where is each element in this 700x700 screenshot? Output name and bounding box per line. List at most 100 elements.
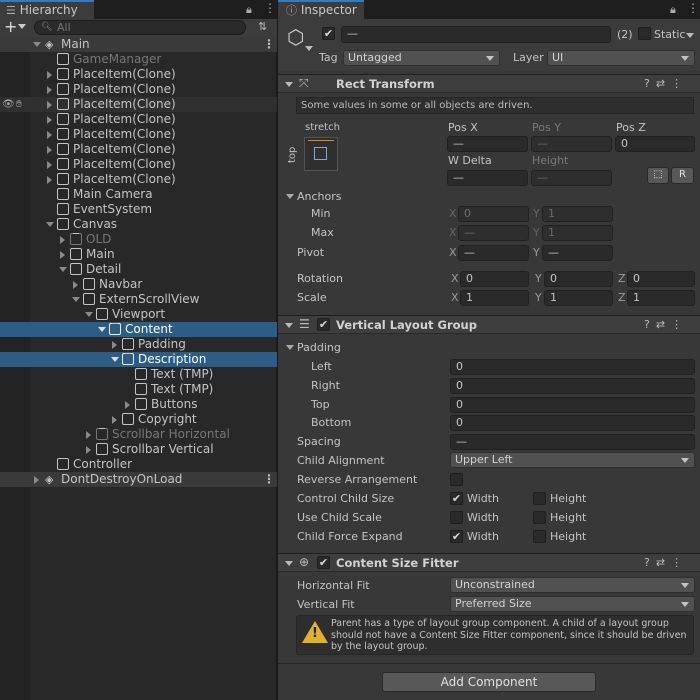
rotation-x-field[interactable]: 0 xyxy=(460,271,529,287)
hierarchy-item[interactable]: PlaceItem(Clone) xyxy=(0,67,277,82)
help-icon[interactable]: ? xyxy=(644,556,656,569)
chevron-right-icon[interactable] xyxy=(86,446,91,454)
padding-top-field[interactable]: 0 xyxy=(450,397,695,413)
hierarchy-item-selected[interactable]: Content xyxy=(0,322,277,337)
component-enabled-checkbox[interactable]: ✔ xyxy=(317,556,330,569)
hierarchy-item[interactable]: Text (TMP) xyxy=(0,367,277,382)
component-header-icons[interactable]: ?⇄⋮ xyxy=(644,77,688,90)
hierarchy-item[interactable]: GameManager xyxy=(0,52,277,67)
hierarchy-item[interactable]: PlaceItem(Clone) xyxy=(0,82,277,97)
anchor-preset-button[interactable] xyxy=(304,137,338,171)
chevron-down-icon[interactable] xyxy=(18,24,26,29)
gameobject-big-icon[interactable]: ⬡ xyxy=(287,27,304,47)
chevron-down-icon[interactable] xyxy=(285,82,293,87)
reverse-arrangement-checkbox[interactable] xyxy=(450,473,463,486)
hierarchy-item[interactable]: OLD xyxy=(0,232,277,247)
chevron-down-icon[interactable] xyxy=(85,312,93,317)
pickable-hand-icon[interactable]: ✋︎ xyxy=(16,97,22,112)
hierarchy-item[interactable]: EventSystem xyxy=(0,202,277,217)
pos-z-field[interactable]: 0 xyxy=(615,136,695,152)
chevron-right-icon[interactable] xyxy=(47,116,52,124)
chevron-right-icon[interactable] xyxy=(47,131,52,139)
chevron-down-icon[interactable] xyxy=(686,33,694,38)
help-icon[interactable]: ? xyxy=(644,318,656,331)
hierarchy-item[interactable]: Copyright xyxy=(0,412,277,427)
kebab-menu-icon[interactable]: ⋮ xyxy=(264,1,276,15)
chevron-right-icon[interactable] xyxy=(112,416,117,424)
search-input[interactable] xyxy=(57,21,237,34)
component-header-icons[interactable]: ?⇄⋮ xyxy=(644,556,688,569)
hierarchy-item[interactable]: Scrollbar Vertical xyxy=(0,442,277,457)
vertical-fit-dropdown[interactable]: Preferred Size xyxy=(450,596,695,612)
chevron-down-icon[interactable] xyxy=(98,327,106,332)
chevron-down-icon[interactable] xyxy=(286,345,294,350)
chevron-right-icon[interactable] xyxy=(125,401,130,409)
kebab-menu-icon[interactable]: ⋮ xyxy=(687,1,699,15)
rotation-y-field[interactable]: 0 xyxy=(544,271,613,287)
hierarchy-item[interactable]: Main Camera xyxy=(0,187,277,202)
scale-x-field[interactable]: 1 xyxy=(460,290,529,306)
chevron-right-icon[interactable] xyxy=(60,236,65,244)
chevron-down-icon[interactable] xyxy=(305,46,313,51)
anchor-max-y-field[interactable]: 1 xyxy=(542,225,613,241)
hierarchy-search[interactable]: 🔍︎ xyxy=(34,20,246,35)
pivot-x-field[interactable]: — xyxy=(458,245,529,261)
scale-z-field[interactable]: 1 xyxy=(627,290,695,306)
hierarchy-item[interactable]: Main xyxy=(0,247,277,262)
hierarchy-item[interactable]: PlaceItem(Clone) xyxy=(0,172,277,187)
chevron-down-icon[interactable] xyxy=(285,561,293,566)
layer-dropdown[interactable]: UI xyxy=(547,50,695,66)
scale-height-checkbox[interactable] xyxy=(533,511,546,524)
anchor-min-x-field[interactable]: 0 xyxy=(458,206,529,222)
hierarchy-item[interactable]: Detail xyxy=(0,262,277,277)
vertical-layout-group-header[interactable]: ☰ ✔ Vertical Layout Group ?⇄⋮ xyxy=(278,315,700,334)
preset-icon[interactable]: ⇄ xyxy=(656,77,671,90)
chevron-right-icon[interactable] xyxy=(34,476,39,484)
kebab-menu-icon[interactable]: ⋮ xyxy=(671,556,688,569)
component-header-icons[interactable]: ?⇄⋮ xyxy=(644,318,688,331)
spacing-field[interactable]: — xyxy=(450,434,695,450)
chevron-right-icon[interactable] xyxy=(47,71,52,79)
scale-width-checkbox[interactable] xyxy=(450,511,463,524)
tag-dropdown[interactable]: Untagged xyxy=(343,50,500,66)
chevron-down-icon[interactable] xyxy=(111,357,119,362)
visibility-eye-icon[interactable]: 👁︎ xyxy=(2,97,15,112)
scale-y-field[interactable]: 1 xyxy=(544,290,613,306)
kebab-menu-icon[interactable]: ⋮ xyxy=(263,37,275,52)
control-width-checkbox[interactable]: ✔ xyxy=(450,492,463,505)
rect-transform-header[interactable]: ⤧ Rect Transform ?⇄⋮ xyxy=(278,74,700,93)
hierarchy-item[interactable]: ExternScrollView xyxy=(0,292,277,307)
hierarchy-item[interactable]: PlaceItem(Clone) xyxy=(0,112,277,127)
chevron-right-icon[interactable] xyxy=(47,161,52,169)
object-name-field[interactable]: — xyxy=(341,26,611,43)
chevron-right-icon[interactable] xyxy=(60,251,65,259)
chevron-right-icon[interactable] xyxy=(47,146,52,154)
preset-icon[interactable]: ⇄ xyxy=(656,556,671,569)
padding-bottom-field[interactable]: 0 xyxy=(450,415,695,431)
hierarchy-item[interactable]: PlaceItem(Clone) xyxy=(0,142,277,157)
component-enabled-checkbox[interactable]: ✔ xyxy=(317,318,330,331)
pivot-y-field[interactable]: — xyxy=(542,245,613,261)
chevron-right-icon[interactable] xyxy=(47,101,52,109)
rotation-z-field[interactable]: 0 xyxy=(627,271,695,287)
raw-edit-button[interactable]: R xyxy=(671,167,694,184)
pos-x-field[interactable]: — xyxy=(447,136,528,152)
scene-row-dontdestroy[interactable]: ◈ DontDestroyOnLoad ⋮ xyxy=(0,472,277,487)
hierarchy-item[interactable]: Controller xyxy=(0,457,277,472)
inspector-tab[interactable]: ⓘ Inspector xyxy=(278,0,364,19)
kebab-menu-icon[interactable]: ⋮ xyxy=(671,77,688,90)
lock-icon[interactable]: 🔒︎ xyxy=(670,3,676,17)
hierarchy-item[interactable]: PlaceItem(Clone) xyxy=(0,127,277,142)
hierarchy-item[interactable]: Buttons xyxy=(0,397,277,412)
anchor-min-y-field[interactable]: 1 xyxy=(542,206,613,222)
add-icon[interactable]: + xyxy=(4,17,17,36)
chevron-right-icon[interactable] xyxy=(112,341,117,349)
hierarchy-item-selected[interactable]: Description xyxy=(0,352,277,367)
chevron-right-icon[interactable] xyxy=(47,86,52,94)
kebab-menu-icon[interactable]: ⋮ xyxy=(671,318,688,331)
expand-width-checkbox[interactable]: ✔ xyxy=(450,530,463,543)
help-icon[interactable]: ? xyxy=(644,77,656,90)
padding-left-field[interactable]: 0 xyxy=(450,359,695,375)
add-component-button[interactable]: Add Component xyxy=(382,672,596,692)
chevron-down-icon[interactable] xyxy=(286,194,294,199)
